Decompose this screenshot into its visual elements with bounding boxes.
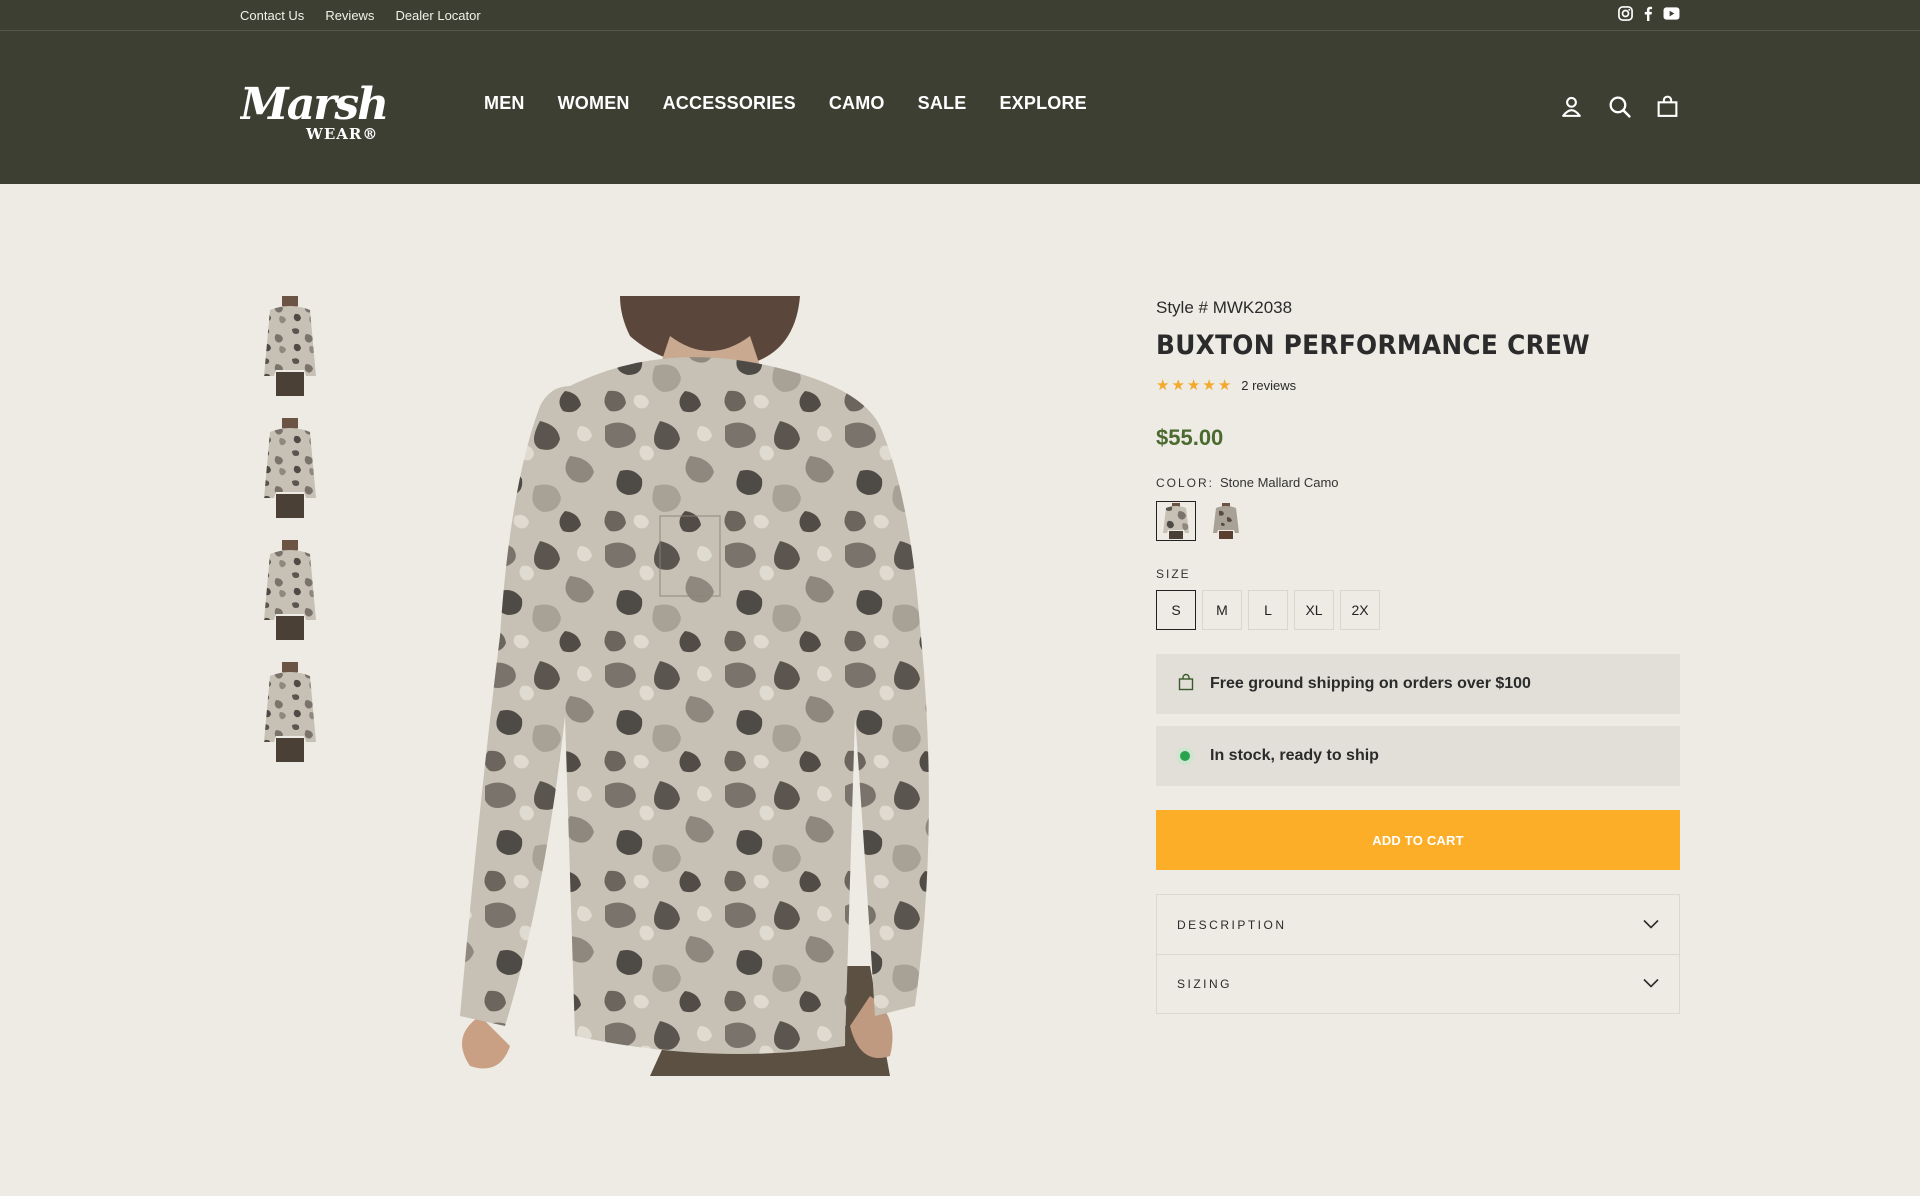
- color-option-label: COLOR: Stone Mallard Camo: [1156, 475, 1680, 490]
- size-option-s[interactable]: S: [1156, 590, 1196, 630]
- color-label: COLOR:: [1156, 476, 1215, 490]
- product-thumbnail[interactable]: [240, 296, 340, 396]
- color-swatch-alternate[interactable]: [1206, 501, 1246, 541]
- social-links: [1618, 0, 1680, 31]
- accordion-sizing-label: SIZING: [1177, 977, 1233, 991]
- chevron-down-icon: [1643, 918, 1659, 932]
- color-value: Stone Mallard Camo: [1220, 475, 1339, 490]
- nav-accessories[interactable]: ACCESSORIES: [663, 93, 796, 114]
- stock-notice-text: In stock, ready to ship: [1210, 747, 1379, 764]
- product-title: BUXTON PERFORMANCE CREW: [1156, 330, 1590, 361]
- product-thumbnail[interactable]: [240, 540, 340, 640]
- star-icon: ★: [1217, 376, 1232, 394]
- cart-icon[interactable]: [1655, 94, 1680, 119]
- nav-sale[interactable]: SALE: [918, 93, 967, 114]
- main-nav: MEN WOMEN ACCESSORIES CAMO SALE EXPLORE: [484, 93, 1087, 114]
- utility-links: Contact Us Reviews Dealer Locator: [240, 0, 481, 31]
- thumbnail-gallery: [240, 296, 360, 784]
- color-swatch-stone-mallard-camo[interactable]: [1156, 501, 1196, 541]
- nav-men[interactable]: MEN: [484, 93, 525, 114]
- product-rating[interactable]: ★ ★ ★ ★ ★ 2 reviews: [1156, 375, 1680, 395]
- color-swatches: [1156, 501, 1680, 541]
- product-price: $55.00: [1156, 425, 1224, 450]
- size-label: SIZE: [1156, 567, 1191, 581]
- svg-text:Marsh: Marsh: [240, 81, 387, 130]
- chevron-down-icon: [1643, 977, 1659, 991]
- add-to-cart-button[interactable]: ADD TO CART: [1156, 810, 1680, 870]
- product-accordion: DESCRIPTION SIZING: [1156, 894, 1680, 1014]
- in-stock-indicator: [1180, 751, 1190, 761]
- product-thumbnail[interactable]: [240, 418, 340, 518]
- star-icon: ★: [1171, 376, 1185, 394]
- youtube-icon[interactable]: [1663, 6, 1680, 26]
- star-icon: ★: [1202, 376, 1216, 394]
- product-thumbnail[interactable]: [240, 662, 340, 762]
- account-icon[interactable]: [1559, 94, 1584, 119]
- style-number: Style # MWK2038: [1156, 298, 1293, 317]
- nav-explore[interactable]: EXPLORE: [999, 93, 1086, 114]
- nav-camo[interactable]: CAMO: [829, 93, 885, 114]
- size-options: S M L XL 2X: [1156, 590, 1680, 630]
- main-header: Marsh WEAR® MEN WOMEN ACCESSORIES CAMO S…: [0, 31, 1920, 184]
- size-option-xl[interactable]: XL: [1294, 590, 1334, 630]
- search-icon[interactable]: [1607, 94, 1632, 119]
- dealer-locator-link[interactable]: Dealer Locator: [395, 8, 480, 23]
- facebook-icon[interactable]: [1643, 6, 1653, 26]
- main-product-image[interactable]: [360, 296, 1060, 1076]
- header-icons: [1559, 94, 1680, 119]
- star-rating: ★ ★ ★ ★ ★: [1156, 378, 1231, 393]
- nav-women[interactable]: WOMEN: [558, 93, 630, 114]
- accordion-description[interactable]: DESCRIPTION: [1157, 895, 1679, 954]
- size-option-2x[interactable]: 2X: [1340, 590, 1380, 630]
- size-option-m[interactable]: M: [1202, 590, 1242, 630]
- product-info: Style # MWK2038 BUXTON PERFORMANCE CREW …: [1156, 296, 1680, 1014]
- size-option-l[interactable]: L: [1248, 590, 1288, 630]
- stock-notice: In stock, ready to ship: [1156, 726, 1680, 786]
- accordion-sizing[interactable]: SIZING: [1157, 954, 1679, 1013]
- shipping-notice-text: Free ground shipping on orders over $100: [1210, 675, 1531, 692]
- shipping-notice: Free ground shipping on orders over $100: [1156, 654, 1680, 714]
- star-icon: ★: [1156, 376, 1170, 394]
- shopping-bag-icon: [1178, 673, 1194, 696]
- svg-text:WEAR®: WEAR®: [305, 125, 378, 143]
- brand-logo[interactable]: Marsh WEAR®: [238, 79, 390, 143]
- accordion-description-label: DESCRIPTION: [1177, 917, 1287, 932]
- contact-us-link[interactable]: Contact Us: [240, 8, 304, 23]
- review-count[interactable]: 2 reviews: [1241, 378, 1296, 393]
- star-icon: ★: [1186, 376, 1201, 394]
- utility-bar: Contact Us Reviews Dealer Locator: [0, 0, 1920, 31]
- reviews-link[interactable]: Reviews: [325, 8, 374, 23]
- instagram-icon[interactable]: [1618, 5, 1633, 26]
